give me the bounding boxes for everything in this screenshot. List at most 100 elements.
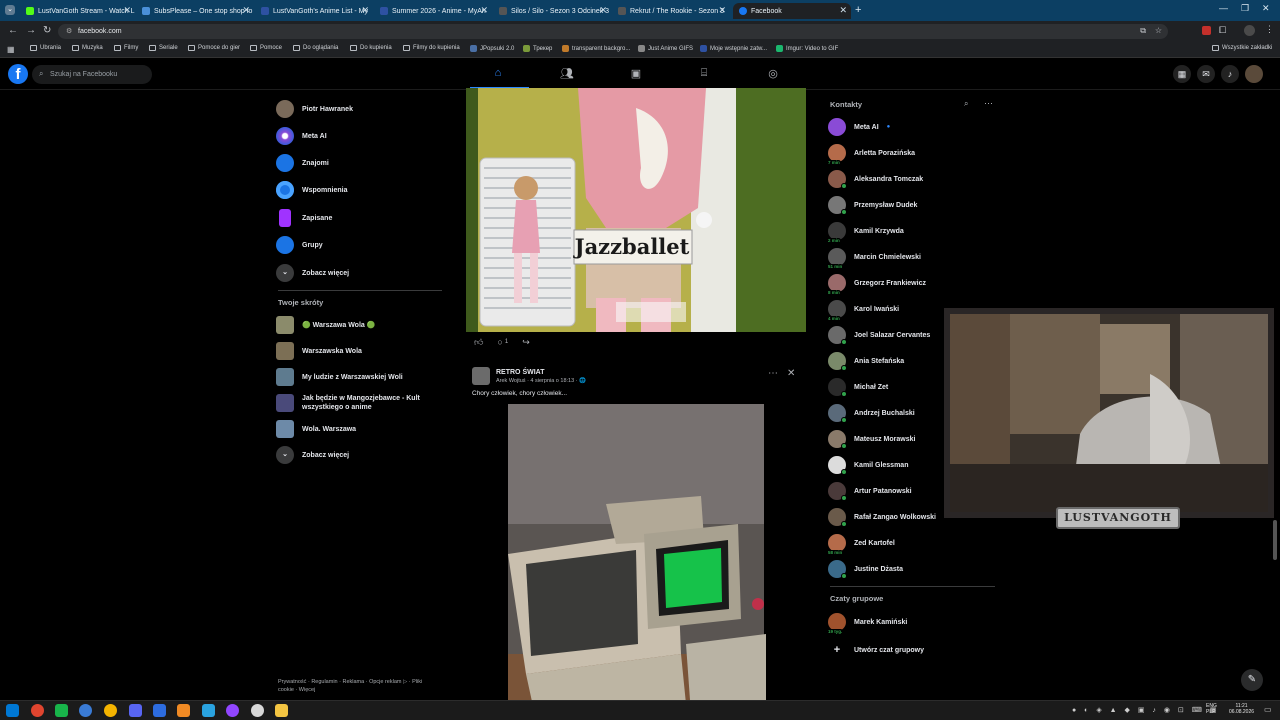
app-icon[interactable] (79, 704, 92, 717)
shortcut-item[interactable]: Jak będzie w Mangozjebawce - Kult wszystk… (276, 392, 444, 414)
gaming-icon[interactable]: ◎ (763, 67, 783, 80)
profile-avatar[interactable] (1244, 25, 1255, 36)
contact-item[interactable]: Przemysław Dudek (828, 194, 917, 216)
app-icon[interactable] (55, 704, 68, 717)
bookmark-link[interactable]: JPopsuki 2.0 (470, 45, 514, 52)
bookmark-folder[interactable]: Ubrania (30, 45, 61, 51)
install-icon[interactable]: ⧉ (1140, 26, 1146, 36)
group-chat-item[interactable]: 19 tyg. Marek Kamiński (827, 611, 907, 634)
search-contacts-icon[interactable]: ⌕ (964, 99, 968, 109)
home-icon[interactable]: ⌂ (488, 67, 508, 79)
minimize-icon[interactable]: — (1219, 3, 1228, 13)
bookmark-folder[interactable]: Do kupienia (350, 45, 392, 51)
marketplace-icon[interactable]: ⌸ (694, 67, 714, 80)
menu-grid-icon[interactable]: ▦ (1173, 65, 1191, 83)
forward-icon[interactable]: → (26, 25, 36, 36)
clock[interactable]: 11:21 06.08.2026 (1229, 703, 1254, 715)
bookmark-folder[interactable]: Filmy do kupienia (403, 45, 460, 51)
close-tab-icon[interactable]: ✕ (839, 5, 847, 16)
more-options-icon[interactable]: ⋯ (768, 368, 778, 379)
friends-icon[interactable]: 👥︎ (557, 67, 577, 80)
sidebar-item-friends[interactable]: Znajomi (276, 151, 444, 175)
extension-icon[interactable] (1202, 26, 1211, 35)
comment-button[interactable]: ○ 1 (497, 337, 508, 347)
close-tab-icon[interactable]: ✕ (718, 5, 726, 16)
contact-item[interactable]: 7 min Arletta Porazińska (827, 142, 915, 165)
contact-item[interactable]: Michał Zet (828, 376, 888, 398)
bookmark-link[interactable]: Moje wstępnie zatw... (700, 45, 767, 52)
like-icon[interactable]: 👍︎ (474, 337, 483, 348)
close-tab-icon[interactable]: ✕ (599, 5, 607, 16)
sidebar-item-saved[interactable]: Zapisane (276, 206, 444, 230)
shortcut-item[interactable]: 🟢 Warszawa Wola 🟢 (276, 313, 444, 337)
account-avatar[interactable] (1245, 65, 1263, 83)
sidebar-item-memories[interactable]: Wspomnienia (276, 178, 444, 202)
new-message-icon[interactable]: ✎ (1241, 669, 1263, 691)
bookmark-link[interactable]: Трекер (523, 45, 552, 52)
footer-links[interactable]: Prywatność · Regulamin · Reklama · Opcje… (278, 678, 438, 694)
contact-item[interactable]: Joel Salazar Cervantes (828, 324, 930, 346)
close-tab-icon[interactable]: ✕ (361, 5, 369, 16)
bookmark-folder[interactable]: Filmy (114, 45, 138, 51)
sidebar-see-more[interactable]: ⌄ Zobacz więcej (276, 261, 444, 285)
contact-item[interactable]: Kamil Glessman (828, 454, 908, 476)
tab-stream[interactable]: LustVanGoth Stream - Watch L ✕ (20, 3, 135, 19)
contact-item[interactable]: Ania Stefańska (828, 350, 904, 372)
folder-icon[interactable] (275, 704, 288, 717)
contact-item[interactable]: Andrzej Buchalski (828, 402, 915, 424)
app-icon[interactable] (226, 704, 239, 717)
app-icon[interactable] (202, 704, 215, 717)
tab-search-icon[interactable]: ⌄ (5, 5, 15, 15)
facebook-logo[interactable]: f (8, 64, 28, 84)
contact-item[interactable]: 58 min Zed Kartofel (827, 532, 895, 555)
facebook-search-input[interactable]: ⌕ Szukaj na Facebooku (32, 65, 152, 84)
shortcuts-see-more[interactable]: ⌄ Zobacz więcej (276, 443, 444, 467)
sidebar-item-groups[interactable]: Grupy (276, 233, 444, 257)
close-tab-icon[interactable]: ✕ (123, 5, 131, 16)
tab-subsplease[interactable]: SubsPlease – One stop shop fo ✕ (136, 3, 254, 19)
shortcut-item[interactable]: Wola. Warszawa (276, 417, 444, 441)
bookmark-folder[interactable]: Do oglądania (293, 45, 338, 51)
sidebar-item-meta-ai[interactable]: Meta AI (276, 124, 444, 148)
bookmark-folder[interactable]: Pomoce (250, 45, 282, 51)
contact-item[interactable]: Aleksandra Tomczak (828, 168, 923, 190)
tab-animelist[interactable]: LustVanGoth's Anime List - My ✕ (255, 3, 373, 19)
app-icon[interactable] (104, 704, 117, 717)
bookmark-star-icon[interactable]: ☆ (1155, 26, 1162, 35)
chrome-icon[interactable] (31, 704, 44, 717)
post-image[interactable] (466, 404, 806, 720)
app-icon[interactable] (153, 704, 166, 717)
contact-item[interactable]: 4 min Karol Iwański (827, 298, 899, 321)
contact-item[interactable]: Mateusz Morawski (828, 428, 915, 450)
back-icon[interactable]: ← (8, 25, 18, 36)
contact-item[interactable]: 2 min Kamil Krzywda (827, 220, 904, 243)
sidebar-item-profile[interactable]: Piotr Hawranek (276, 97, 444, 121)
tray-icons[interactable]: ● ◐ ◈ ▲ ◆ ▣ ♪ ◉ ⊡ ⌨ ▦ (1072, 706, 1219, 714)
contact-item[interactable]: 8 min Grzegorz Frankiewicz (827, 272, 926, 295)
page-avatar[interactable] (472, 367, 490, 385)
bookmark-link[interactable]: Imgur: Video to GIF (776, 45, 838, 52)
apps-icon[interactable]: ▦ (7, 45, 15, 54)
puzzle-icon[interactable]: ⧠ (1219, 25, 1226, 36)
contact-item[interactable]: Artur Patanowski (828, 480, 912, 502)
contact-item[interactable]: Meta AI ● (828, 116, 890, 138)
reload-icon[interactable]: ↻ (43, 25, 51, 36)
browser-menu-icon[interactable]: ⋮ (1265, 24, 1274, 35)
shortcut-item[interactable]: My ludzie z Warszawskiej Woli (276, 365, 444, 389)
create-group-button[interactable]: + Utwórz czat grupowy (828, 639, 924, 661)
page-scrollbar[interactable] (1273, 520, 1277, 560)
vlc-icon[interactable] (177, 704, 190, 717)
close-window-icon[interactable]: ✕ (1262, 3, 1270, 14)
tab-summer[interactable]: Summer 2026 - Anime - MyAn ✕ (374, 3, 492, 19)
close-tab-icon[interactable]: ✕ (242, 5, 250, 16)
messenger-icon[interactable]: ✉ (1197, 65, 1215, 83)
discord-icon[interactable] (129, 704, 142, 717)
bookmark-folder[interactable]: Seriale (149, 45, 178, 51)
share-icon[interactable]: ↪ (522, 337, 530, 348)
url-input[interactable]: ⚙ facebook.com ⧉ ☆ (58, 24, 1168, 39)
notifications-icon[interactable]: ♪ (1221, 65, 1239, 83)
video-icon[interactable]: ▣ (626, 67, 646, 80)
site-info-icon[interactable]: ⚙ (66, 27, 72, 35)
bookmark-folder[interactable]: Muzyka (72, 45, 103, 51)
notification-icon[interactable]: ▭ (1264, 705, 1272, 714)
